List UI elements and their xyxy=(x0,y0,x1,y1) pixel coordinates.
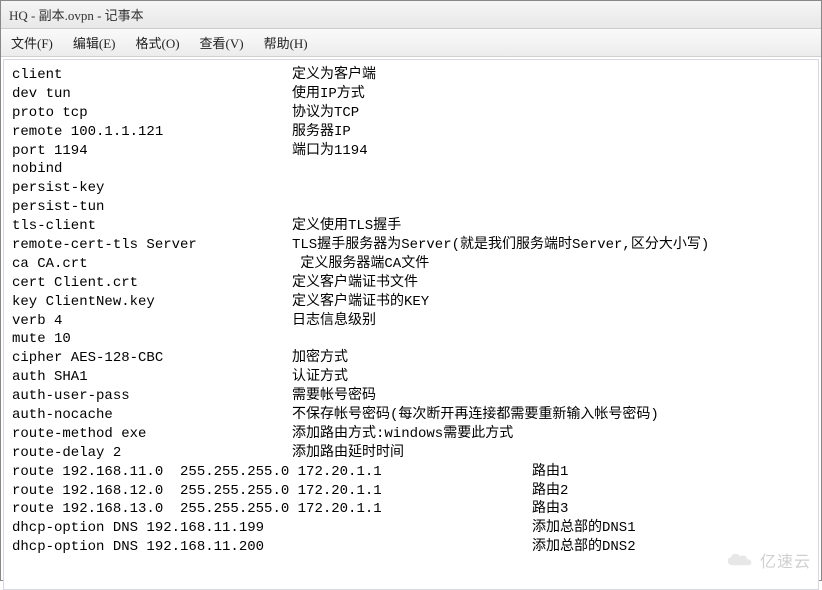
config-line: ca CA.crt 定义服务器端CA文件 xyxy=(12,255,810,274)
window-title: HQ - 副本.ovpn - 记事本 xyxy=(9,8,144,23)
route-line: route 192.168.13.0 255.255.255.0 172.20.… xyxy=(12,500,810,519)
config-key: client xyxy=(12,66,292,85)
config-description: 添加路由方式:windows需要此方式 xyxy=(292,425,513,444)
config-key: persist-key xyxy=(12,179,292,198)
config-key: route-delay 2 xyxy=(12,444,292,463)
config-key: auth SHA1 xyxy=(12,368,292,387)
config-line: dev tun使用IP方式 xyxy=(12,85,810,104)
config-line: proto tcp协议为TCP xyxy=(12,104,810,123)
config-line: auth-nocache不保存帐号密码(每次断开再连接都需要重新输入帐号密码) xyxy=(12,406,810,425)
menu-help[interactable]: 帮助(H) xyxy=(258,31,314,54)
config-description: 端口为1194 xyxy=(292,142,368,161)
config-key: proto tcp xyxy=(12,104,292,123)
config-line: cert Client.crt定义客户端证书文件 xyxy=(12,274,810,293)
config-key: port 1194 xyxy=(12,142,292,161)
config-line: remote-cert-tls ServerTLS握手服务器为Server(就是… xyxy=(12,236,810,255)
menubar: 文件(F) 编辑(E) 格式(O) 查看(V) 帮助(H) xyxy=(1,29,821,57)
config-line: persist-tun xyxy=(12,198,810,217)
config-key: route-method exe xyxy=(12,425,292,444)
text-editor-content[interactable]: client定义为客户端dev tun使用IP方式proto tcp协议为TCP… xyxy=(3,59,819,590)
route-description: 路由1 xyxy=(532,463,568,482)
route-description: 路由2 xyxy=(532,482,568,501)
config-description: 定义客户端证书的KEY xyxy=(292,293,429,312)
config-key: cert Client.crt xyxy=(12,274,292,293)
config-key: verb 4 xyxy=(12,312,292,331)
menu-view[interactable]: 查看(V) xyxy=(194,31,250,54)
menu-file[interactable]: 文件(F) xyxy=(5,31,59,54)
config-key: nobind xyxy=(12,160,292,179)
config-key: cipher AES-128-CBC xyxy=(12,349,292,368)
route-description: 添加总部的DNS1 xyxy=(532,519,636,538)
config-line: port 1194端口为1194 xyxy=(12,142,810,161)
config-line: cipher AES-128-CBC加密方式 xyxy=(12,349,810,368)
config-key: remote-cert-tls Server xyxy=(12,236,292,255)
config-key: dev tun xyxy=(12,85,292,104)
route-config: route 192.168.11.0 255.255.255.0 172.20.… xyxy=(12,463,532,482)
config-description: TLS握手服务器为Server(就是我们服务端时Server,区分大小写) xyxy=(292,236,709,255)
config-line: auth-user-pass需要帐号密码 xyxy=(12,387,810,406)
config-line: tls-client定义使用TLS握手 xyxy=(12,217,810,236)
config-line: route-delay 2添加路由延时时间 xyxy=(12,444,810,463)
config-line: auth SHA1认证方式 xyxy=(12,368,810,387)
config-key: tls-client xyxy=(12,217,292,236)
config-line: client定义为客户端 xyxy=(12,66,810,85)
window-titlebar: HQ - 副本.ovpn - 记事本 xyxy=(1,1,821,29)
config-description: 不保存帐号密码(每次断开再连接都需要重新输入帐号密码) xyxy=(292,406,659,425)
config-key: persist-tun xyxy=(12,198,292,217)
config-description: 使用IP方式 xyxy=(292,85,365,104)
route-description: 添加总部的DNS2 xyxy=(532,538,636,557)
route-line: dhcp-option DNS 192.168.11.200添加总部的DNS2 xyxy=(12,538,810,557)
config-line: remote 100.1.1.121服务器IP xyxy=(12,123,810,142)
config-description: 日志信息级别 xyxy=(292,312,376,331)
route-description: 路由3 xyxy=(532,500,568,519)
config-key: auth-user-pass xyxy=(12,387,292,406)
config-description: 服务器IP xyxy=(292,123,351,142)
config-line: nobind xyxy=(12,160,810,179)
config-key: mute 10 xyxy=(12,330,292,349)
route-config: dhcp-option DNS 192.168.11.199 xyxy=(12,519,532,538)
config-line: persist-key xyxy=(12,179,810,198)
route-line: dhcp-option DNS 192.168.11.199添加总部的DNS1 xyxy=(12,519,810,538)
config-description: 定义服务器端CA文件 xyxy=(292,255,429,274)
route-config: route 192.168.13.0 255.255.255.0 172.20.… xyxy=(12,500,532,519)
config-description: 定义使用TLS握手 xyxy=(292,217,401,236)
menu-edit[interactable]: 编辑(E) xyxy=(67,31,122,54)
config-description: 协议为TCP xyxy=(292,104,359,123)
config-description: 添加路由延时时间 xyxy=(292,444,404,463)
route-line: route 192.168.12.0 255.255.255.0 172.20.… xyxy=(12,482,810,501)
config-line: verb 4日志信息级别 xyxy=(12,312,810,331)
config-line: route-method exe添加路由方式:windows需要此方式 xyxy=(12,425,810,444)
config-description: 加密方式 xyxy=(292,349,348,368)
config-line: mute 10 xyxy=(12,330,810,349)
config-description: 定义为客户端 xyxy=(292,66,376,85)
config-description: 认证方式 xyxy=(292,368,348,387)
config-key: ca CA.crt xyxy=(12,255,292,274)
route-config: dhcp-option DNS 192.168.11.200 xyxy=(12,538,532,557)
config-key: auth-nocache xyxy=(12,406,292,425)
config-line: key ClientNew.key定义客户端证书的KEY xyxy=(12,293,810,312)
route-line: route 192.168.11.0 255.255.255.0 172.20.… xyxy=(12,463,810,482)
menu-format[interactable]: 格式(O) xyxy=(130,31,186,54)
route-config: route 192.168.12.0 255.255.255.0 172.20.… xyxy=(12,482,532,501)
config-description: 需要帐号密码 xyxy=(292,387,376,406)
config-key: key ClientNew.key xyxy=(12,293,292,312)
config-description: 定义客户端证书文件 xyxy=(292,274,418,293)
config-key: remote 100.1.1.121 xyxy=(12,123,292,142)
